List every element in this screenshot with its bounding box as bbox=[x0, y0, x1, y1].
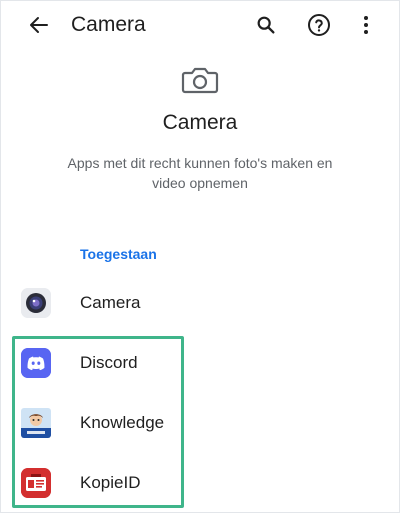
app-row-kopieid[interactable]: KopieID bbox=[0, 456, 400, 510]
app-row-discord[interactable]: Discord bbox=[0, 336, 400, 390]
help-icon[interactable] bbox=[307, 13, 331, 37]
kopieid-app-icon bbox=[21, 468, 51, 498]
camera-icon bbox=[181, 64, 219, 96]
camera-app-icon bbox=[21, 288, 51, 318]
app-row-knowledge[interactable]: Knowledge bbox=[0, 396, 400, 450]
section-header-allowed: Toegestaan bbox=[80, 246, 157, 262]
page-title: Camera bbox=[71, 13, 146, 36]
app-bar: Camera bbox=[0, 0, 400, 50]
permission-title: Camera bbox=[162, 111, 238, 134]
app-name: Camera bbox=[80, 293, 141, 312]
knowledge-app-icon bbox=[21, 408, 51, 438]
discord-app-icon bbox=[21, 348, 51, 378]
more-vert-icon[interactable] bbox=[354, 13, 378, 37]
app-name: KopieID bbox=[80, 473, 141, 492]
back-arrow-icon[interactable] bbox=[27, 13, 51, 37]
app-name: Knowledge bbox=[80, 413, 165, 432]
search-icon[interactable] bbox=[254, 13, 278, 37]
app-name: Discord bbox=[80, 353, 138, 372]
app-row-camera[interactable]: Camera bbox=[0, 276, 400, 330]
permission-description: Apps met dit recht kunnen foto's maken e… bbox=[67, 155, 333, 191]
